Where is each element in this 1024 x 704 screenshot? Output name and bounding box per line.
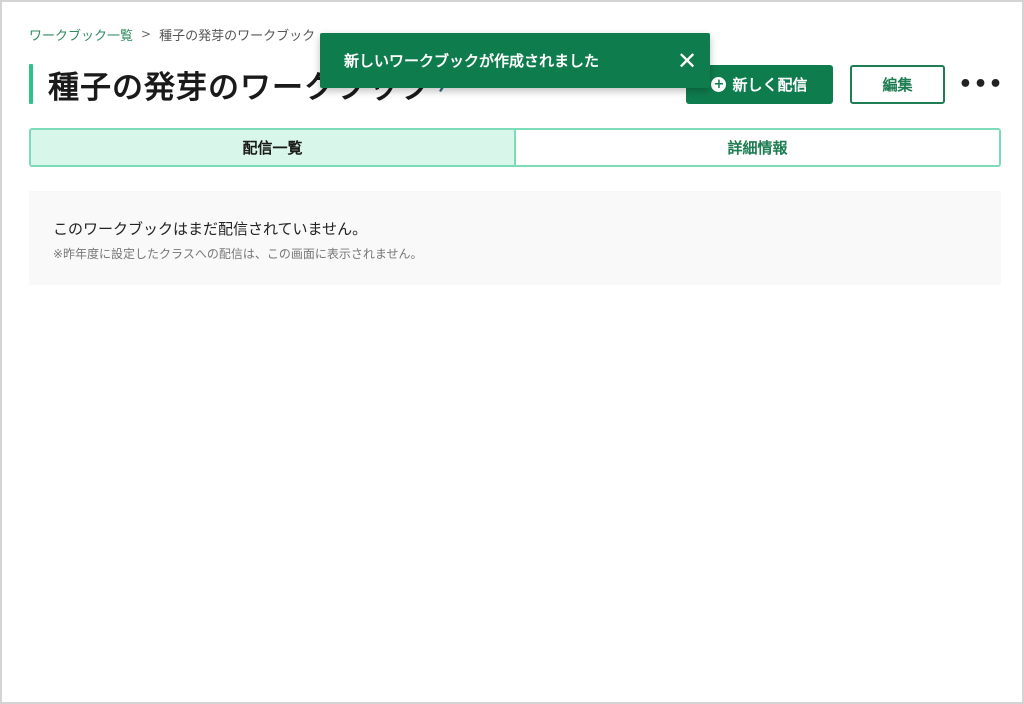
breadcrumb-current: 種子の発芽のワークブック [159, 28, 316, 44]
title-accent-bar [29, 64, 33, 104]
breadcrumb: ワークブック一覧 > 種子の発芽のワークブック [29, 24, 315, 44]
empty-state-note: ※昨年度に設定したクラスへの配信は、この画面に表示されません。 [53, 247, 423, 261]
tab-delivery-list-label: 配信一覧 [242, 139, 303, 157]
tab-details-label: 詳細情報 [727, 139, 788, 157]
plus-circle-icon: + [711, 77, 727, 92]
edit-label: 編集 [882, 76, 913, 94]
more-options-button[interactable]: ••• [958, 70, 1002, 98]
tab-details[interactable]: 詳細情報 [516, 130, 999, 165]
success-toast: 新しいワークブックが作成されました ✕ [320, 33, 710, 88]
empty-state-message: このワークブックはまだ配信されていません。 [53, 220, 368, 238]
tab-delivery-list[interactable]: 配信一覧 [31, 130, 516, 165]
new-delivery-label: 新しく配信 [732, 76, 808, 94]
more-icon: ••• [958, 71, 1004, 97]
empty-state-panel: このワークブックはまだ配信されていません。 ※昨年度に設定したクラスへの配信は、… [29, 191, 1001, 285]
breadcrumb-workbook-list-link[interactable]: ワークブック一覧 [29, 25, 133, 44]
app-frame: ワークブック一覧 > 種子の発芽のワークブック 種子の発芽のワークブック + 新… [0, 0, 1024, 704]
tab-bar: 配信一覧 詳細情報 [29, 128, 1001, 167]
toast-message: 新しいワークブックが作成されました [344, 52, 600, 70]
close-icon[interactable]: ✕ [664, 33, 710, 88]
breadcrumb-separator: > [141, 27, 152, 41]
edit-button[interactable]: 編集 [850, 65, 945, 104]
